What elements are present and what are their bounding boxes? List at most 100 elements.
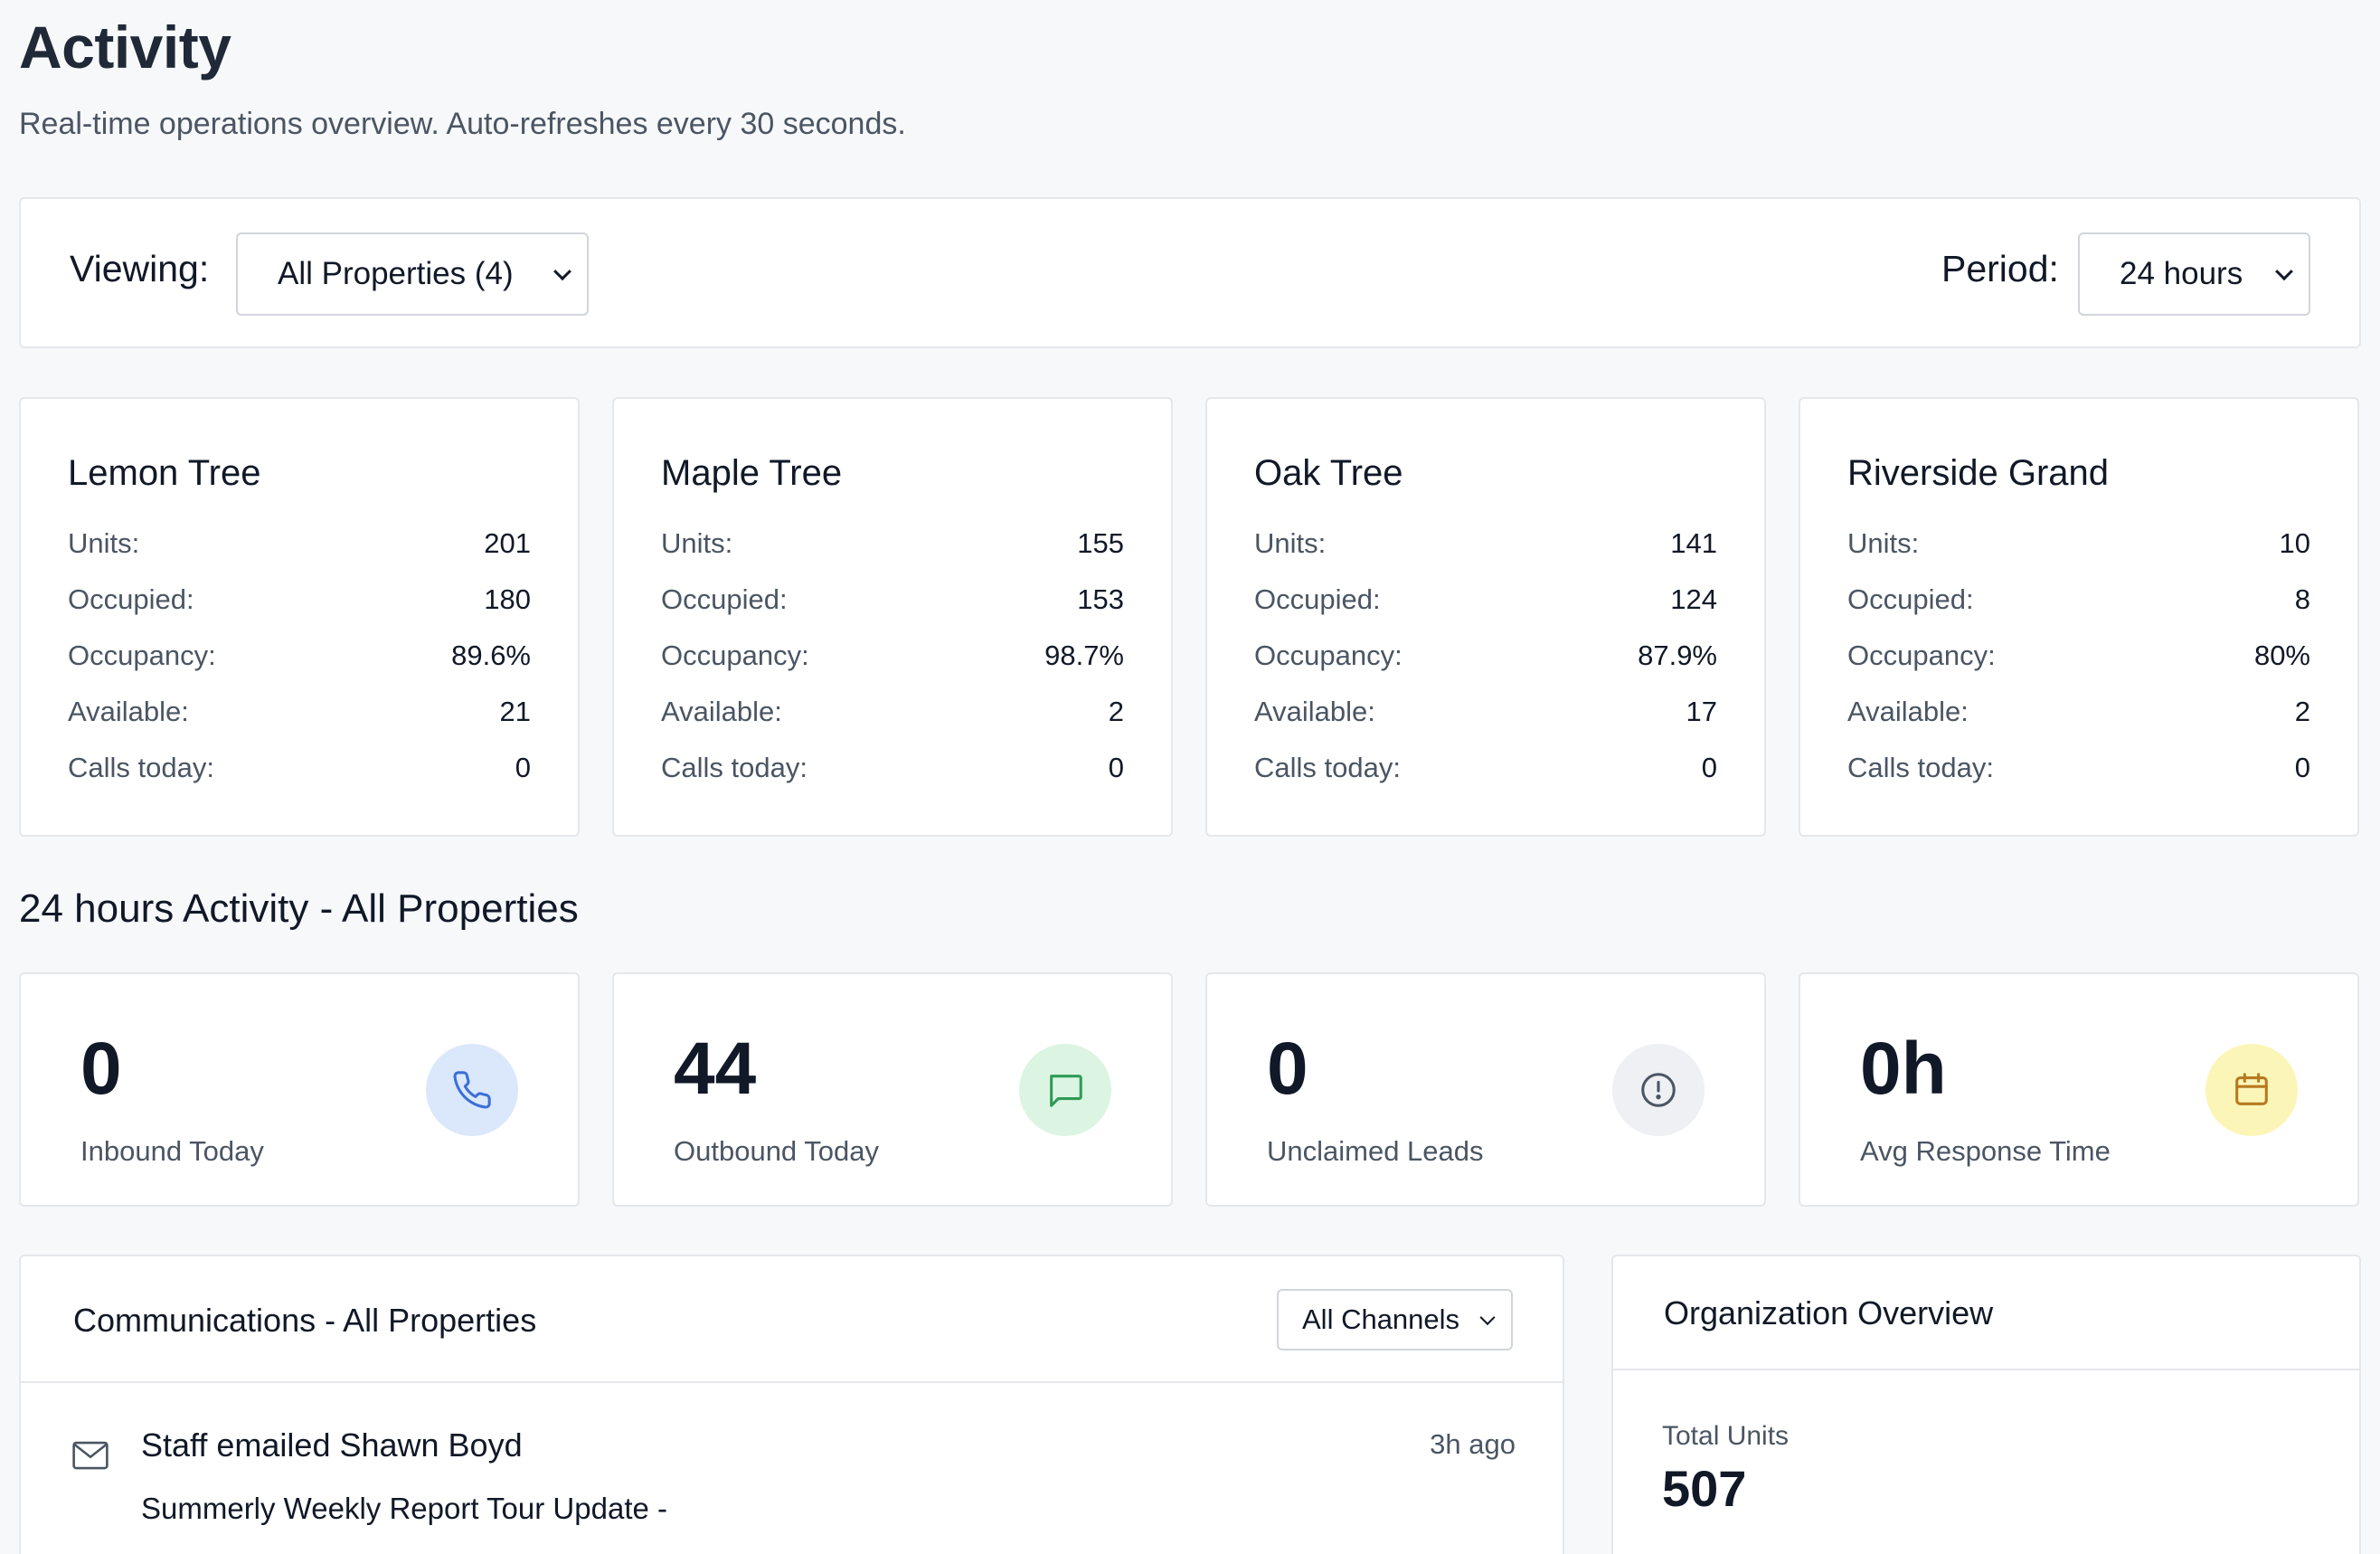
property-row-occupied: Occupied: 153 <box>661 572 1124 628</box>
property-row-occupancy: Occupancy: 89.6% <box>68 628 531 684</box>
message-icon <box>1019 1044 1111 1136</box>
property-row-available: Available: 21 <box>68 684 531 740</box>
row-value: 8 <box>2294 583 2310 615</box>
property-card-riverside-grand[interactable]: Riverside Grand Units: 10 Occupied: 8 Occu… <box>1799 397 2359 837</box>
alert-circle-icon <box>1612 1044 1705 1136</box>
property-name: Riverside Grand <box>1847 453 2110 493</box>
stat-card-inbound: 0 Inbound Today <box>19 972 580 1207</box>
row-value: 0 <box>2294 752 2310 783</box>
row-label: Units: <box>661 527 733 559</box>
row-label: Units: <box>1254 527 1327 559</box>
row-value: 0 <box>1108 752 1124 783</box>
row-label: Calls today: <box>661 752 808 783</box>
organization-overview-panel: Organization Overview Total Units 507 <box>1611 1255 2361 1554</box>
property-row-calls-today: Calls today: 0 <box>1254 740 1717 796</box>
row-value: 124 <box>1670 583 1717 615</box>
row-label: Occupied: <box>661 583 788 615</box>
total-units-value: 507 <box>1662 1460 1747 1517</box>
communications-title: Communications - All Properties <box>73 1302 537 1339</box>
row-label: Occupied: <box>1254 583 1381 615</box>
organization-header: Organization Overview <box>1613 1256 2359 1370</box>
row-value: 153 <box>1077 583 1124 615</box>
row-value: 2 <box>1108 696 1124 727</box>
activity-section-title: 24 hours Activity - All Properties <box>19 886 579 931</box>
row-label: Occupancy: <box>661 640 809 671</box>
property-row-occupancy: Occupancy: 87.9% <box>1254 628 1717 684</box>
mail-icon <box>71 1439 109 1476</box>
row-label: Available: <box>661 696 782 727</box>
stat-card-outbound: 44 Outbound Today <box>612 972 1173 1207</box>
row-value: 180 <box>484 583 531 615</box>
phone-icon <box>426 1044 518 1136</box>
row-label: Units: <box>1847 527 1920 559</box>
period-select[interactable]: 24 hours <box>2078 232 2310 316</box>
row-label: Calls today: <box>68 752 214 783</box>
calendar-icon <box>2205 1044 2298 1136</box>
row-label: Occupancy: <box>68 640 216 671</box>
row-value: 87.9% <box>1638 640 1717 671</box>
property-name: Lemon Tree <box>68 453 261 493</box>
row-value: 89.6% <box>451 640 531 671</box>
property-row-available: Available: 17 <box>1254 684 1717 740</box>
stat-label: Inbound Today <box>80 1135 264 1167</box>
communications-header: Communications - All Properties All Chan… <box>21 1256 1563 1383</box>
row-label: Occupied: <box>1847 583 1974 615</box>
property-card-oak-tree[interactable]: Oak Tree Units: 141 Occupied: 124 Occupanc… <box>1205 397 1766 837</box>
channel-select[interactable]: All Channels <box>1277 1289 1513 1350</box>
chevron-down-icon <box>553 262 571 281</box>
viewing-label: Viewing: <box>70 248 210 289</box>
row-value: 141 <box>1670 527 1717 559</box>
property-row-occupied: Occupied: 124 <box>1254 572 1717 628</box>
communications-panel: Communications - All Properties All Chan… <box>19 1255 1564 1554</box>
row-label: Available: <box>1254 696 1375 727</box>
row-label: Occupancy: <box>1254 640 1402 671</box>
property-row-occupied: Occupied: 8 <box>1847 572 2310 628</box>
property-row-calls-today: Calls today: 0 <box>661 740 1124 796</box>
row-value: 155 <box>1077 527 1124 559</box>
property-select-value: All Properties (4) <box>278 256 514 291</box>
stat-value: 0 <box>80 1028 122 1110</box>
property-card-lemon-tree[interactable]: Lemon Tree Units: 201 Occupied: 180 Occupa… <box>19 397 580 837</box>
property-row-occupancy: Occupancy: 80% <box>1847 628 2310 684</box>
stat-label: Outbound Today <box>674 1135 879 1167</box>
row-label: Units: <box>68 527 140 559</box>
period-select-value: 24 hours <box>2120 256 2243 291</box>
communication-subject: Summerly Weekly Report Tour Update - <box>141 1492 667 1525</box>
channel-select-value: All Channels <box>1302 1303 1460 1335</box>
property-name: Maple Tree <box>661 453 843 493</box>
stat-value: 44 <box>674 1028 757 1110</box>
row-label: Available: <box>68 696 189 727</box>
row-value: 21 <box>499 696 531 727</box>
chevron-down-icon <box>1479 1310 1496 1326</box>
row-label: Calls today: <box>1254 752 1401 783</box>
total-units-label: Total Units <box>1662 1421 1790 1451</box>
stat-value: 0 <box>1267 1028 1308 1110</box>
property-row-occupancy: Occupancy: 98.7% <box>661 628 1124 684</box>
communication-title: Staff emailed Shawn Boyd <box>141 1426 523 1464</box>
property-select[interactable]: All Properties (4) <box>236 232 589 316</box>
communication-item[interactable]: Staff emailed Shawn Boyd 3h ago Summerly… <box>21 1383 1563 1554</box>
property-row-available: Available: 2 <box>1847 684 2310 740</box>
stat-label: Avg Response Time <box>1860 1135 2111 1167</box>
property-row-units: Units: 155 <box>661 516 1124 572</box>
row-value: 0 <box>515 752 531 783</box>
page-title: Activity <box>19 14 231 81</box>
chevron-down-icon <box>2275 262 2293 281</box>
property-row-available: Available: 2 <box>661 684 1124 740</box>
row-label: Available: <box>1847 696 1969 727</box>
property-row-units: Units: 141 <box>1254 516 1717 572</box>
property-card-maple-tree[interactable]: Maple Tree Units: 155 Occupied: 153 Occupa… <box>612 397 1173 837</box>
row-value: 17 <box>1686 696 1717 727</box>
row-label: Occupancy: <box>1847 640 1996 671</box>
property-row-units: Units: 201 <box>68 516 531 572</box>
property-name: Oak Tree <box>1254 453 1403 493</box>
row-value: 201 <box>484 527 531 559</box>
stat-card-unclaimed: 0 Unclaimed Leads <box>1205 972 1766 1207</box>
row-value: 80% <box>2253 640 2310 671</box>
row-value: 98.7% <box>1044 640 1124 671</box>
communication-time: 3h ago <box>1430 1428 1516 1460</box>
stat-value: 0h <box>1860 1028 1947 1110</box>
row-value: 2 <box>2294 696 2310 727</box>
stat-label: Unclaimed Leads <box>1267 1135 1484 1167</box>
filter-bar: Viewing: All Properties (4) Period: 24 h… <box>19 197 2361 348</box>
